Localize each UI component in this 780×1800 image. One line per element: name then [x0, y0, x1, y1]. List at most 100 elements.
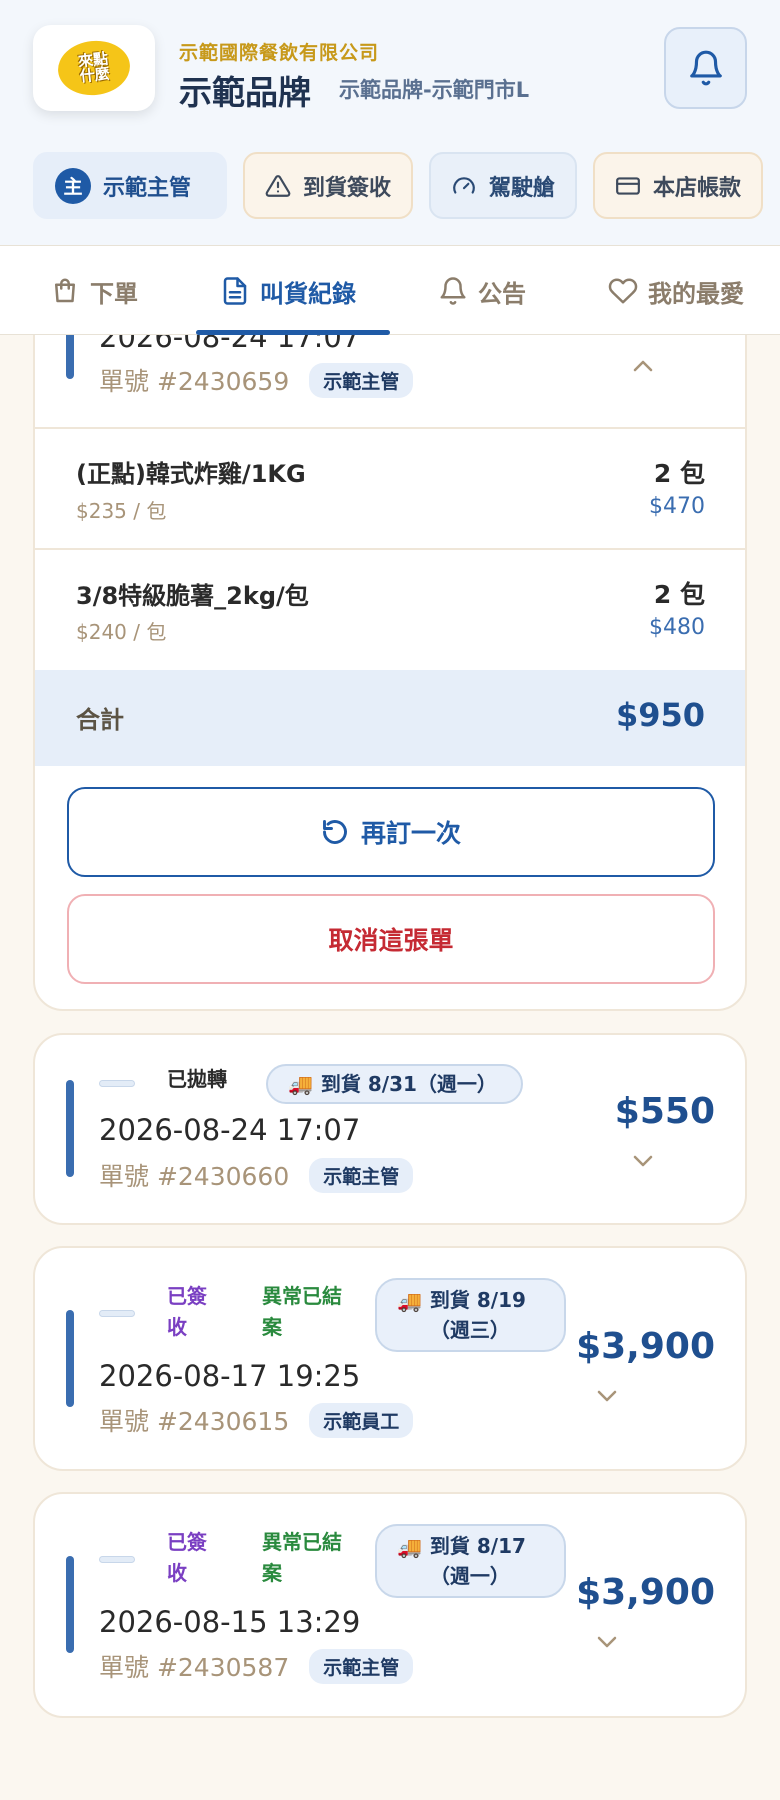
order-status: 已簽收 [167, 1284, 207, 1339]
order-status: 已簽收 [167, 1530, 207, 1585]
order-number-text: 單號 #2430659 [99, 367, 290, 396]
chip-account-label: 本店帳款 [653, 175, 742, 201]
status-indicator [99, 1310, 135, 1317]
reorder-button[interactable]: 再訂一次 [67, 787, 715, 877]
item-unit-price: $240 / 包 [76, 620, 167, 644]
status-indicator [99, 1080, 135, 1087]
divider [35, 548, 745, 550]
active-tab-indicator [196, 330, 390, 335]
divider [35, 427, 745, 429]
brand-name: 示範品牌 [179, 73, 311, 112]
item-quantity: 2 包 [653, 580, 705, 609]
orderer-tag: 示範主管 [309, 1157, 414, 1193]
avatar: 主 [55, 167, 91, 204]
gauge-icon [453, 176, 475, 194]
order-number-text: 單號 #2430660 [99, 1162, 290, 1191]
item-name: (正點)韓式炸雞/1KG [76, 460, 306, 488]
tab-favorites-label: 我的最愛 [648, 279, 744, 308]
item-name: 3/8特級脆薯_2kg/包 [76, 582, 309, 610]
order-accent-bar [66, 1080, 74, 1177]
item-subtotal: $470 [649, 494, 705, 519]
company-name: 示範國際餐飲有限公司 [179, 42, 380, 64]
order-card-expanded[interactable]: 2026-08-24 17:07 單號 #2430659 示範主管 (正點)韓式… [33, 280, 747, 1011]
refresh-icon [323, 820, 347, 844]
order-accent-bar [66, 1310, 74, 1407]
notifications-button[interactable] [664, 27, 747, 109]
order-number: 單號 #2430659 示範主管 [99, 362, 414, 398]
item-unit-price: $235 / 包 [76, 499, 167, 523]
order-datetime: 2026-08-15 13:29 [99, 1605, 361, 1639]
order-datetime: 2026-08-17 19:25 [99, 1359, 361, 1393]
card-icon [616, 176, 640, 195]
cancel-label: 取消這張單 [328, 926, 454, 955]
quick-actions: 主 示範主管 到貨簽收 駕駛艙 本店帳款 [33, 152, 780, 219]
order-card[interactable]: 已拋轉 🚚 到貨 8/31（週一） 2026-08-24 17:07 單號 #2… [33, 1033, 747, 1225]
delivery-date-badge: 🚚 到貨 8/17（週一） [375, 1524, 566, 1598]
tab-announcements[interactable]: 公告 [438, 246, 526, 336]
tab-order-history[interactable]: 叫貨紀錄 [220, 246, 356, 336]
order-number: 單號 #2430615 示範員工 [99, 1402, 414, 1438]
delivery-date: 到貨 8/19（週三） [429, 1288, 526, 1342]
delivery-date: 到貨 8/31（週一） [320, 1072, 497, 1096]
delivery-date-badge: 🚚 到貨 8/31（週一） [266, 1064, 523, 1104]
tab-announcements-label: 公告 [478, 279, 526, 308]
total-label: 合計 [76, 706, 124, 734]
orderer-tag: 示範主管 [309, 362, 414, 398]
chevron-down-icon[interactable] [595, 1388, 619, 1404]
truck-icon: 🚚 [397, 1289, 422, 1313]
heart-icon [608, 278, 638, 304]
delivery-date-badge: 🚚 到貨 8/19（週三） [375, 1278, 566, 1352]
order-number-text: 單號 #2430615 [99, 1407, 290, 1436]
order-card[interactable]: 已簽收 異常已結案 🚚 到貨 8/19（週三） 2026-08-17 19:25… [33, 1246, 747, 1471]
chip-manager[interactable]: 主 示範主管 [33, 152, 227, 219]
truck-icon: 🚚 [288, 1072, 313, 1096]
order-number-text: 單號 #2430587 [99, 1653, 290, 1682]
order-status-exception: 異常已結案 [262, 1284, 342, 1339]
bag-icon [55, 278, 75, 303]
total-amount: $950 [615, 696, 705, 734]
tab-order-label: 下單 [90, 279, 138, 308]
order-amount: $550 [614, 1091, 715, 1132]
tab-order[interactable]: 下單 [50, 246, 138, 336]
bell-icon [689, 50, 722, 86]
chip-store-account[interactable]: 本店帳款 [593, 152, 764, 219]
chevron-down-icon[interactable] [631, 1153, 655, 1169]
chip-cockpit[interactable]: 駕駛艙 [429, 152, 578, 219]
chevron-down-icon[interactable] [595, 1634, 619, 1650]
brand-logo: 來點什麼 [33, 25, 155, 111]
main-nav: 下單 叫貨紀錄 公告 我的最愛 [0, 245, 780, 335]
logo-badge: 來點什麼 [55, 37, 133, 99]
order-amount: $3,900 [576, 1572, 715, 1613]
item-subtotal: $480 [649, 615, 705, 640]
chip-delivery-signoff[interactable]: 到貨簽收 [243, 152, 414, 219]
item-quantity: 2 包 [653, 459, 705, 488]
order-card[interactable]: 已簽收 異常已結案 🚚 到貨 8/17（週一） 2026-08-15 13:29… [33, 1492, 747, 1718]
order-status: 已拋轉 [167, 1067, 227, 1091]
order-total-row: 合計 $950 [35, 670, 745, 766]
chip-manager-label: 示範主管 [103, 175, 192, 201]
tab-favorites[interactable]: 我的最愛 [608, 246, 744, 336]
orderer-tag: 示範主管 [309, 1648, 414, 1684]
chevron-up-icon[interactable] [631, 358, 655, 374]
tab-history-label: 叫貨紀錄 [260, 279, 356, 308]
order-number: 單號 #2430660 示範主管 [99, 1157, 414, 1193]
delivery-date: 到貨 8/17（週一） [429, 1534, 526, 1588]
cancel-order-button[interactable]: 取消這張單 [67, 894, 715, 984]
orderer-tag: 示範員工 [309, 1402, 414, 1438]
order-accent-bar [66, 1556, 74, 1653]
order-number: 單號 #2430587 示範主管 [99, 1648, 414, 1684]
order-status-exception: 異常已結案 [262, 1530, 342, 1585]
order-datetime: 2026-08-24 17:07 [99, 1113, 361, 1147]
document-icon [223, 277, 247, 305]
chip-cockpit-label: 駕駛艙 [489, 175, 556, 201]
warning-icon [265, 174, 291, 197]
bell-icon [440, 277, 466, 305]
store-name: 示範品牌-示範門市L [339, 78, 530, 102]
order-amount: $3,900 [576, 1326, 715, 1367]
truck-icon: 🚚 [397, 1535, 422, 1559]
app-header: 來點什麼 示範國際餐飲有限公司 示範品牌 示範品牌-示範門市L 主 示範主管 到… [0, 0, 780, 245]
status-indicator [99, 1556, 135, 1563]
reorder-label: 再訂一次 [360, 819, 461, 848]
logo-text: 來點什麼 [77, 49, 111, 86]
chip-delivery-label: 到貨簽收 [303, 175, 392, 201]
